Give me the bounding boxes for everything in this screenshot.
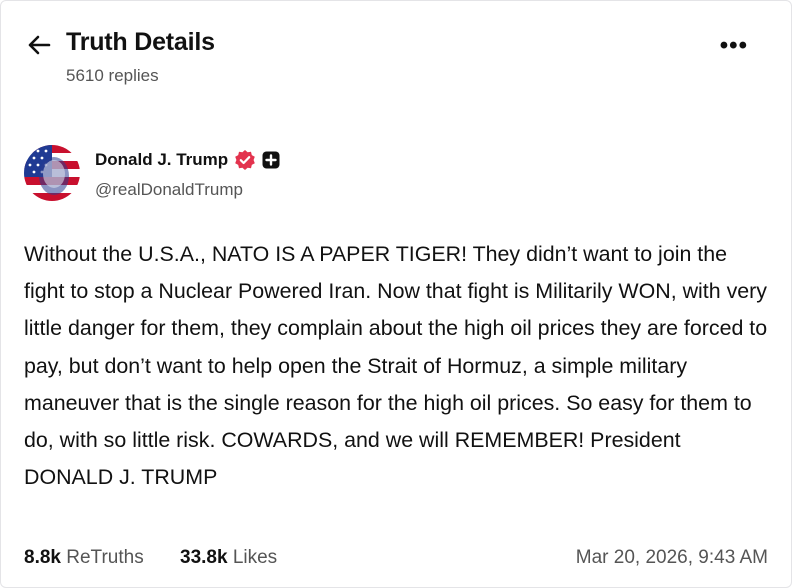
- page-title: Truth Details: [66, 28, 215, 56]
- author-handle[interactable]: @realDonaldTrump: [95, 180, 243, 200]
- verified-badge-icon: [235, 150, 255, 170]
- likes-label: Likes: [232, 547, 278, 568]
- author-name-row: Donald J. Trump: [95, 149, 280, 171]
- retruths-stat[interactable]: 8.8k ReTruths: [24, 547, 144, 569]
- retruths-count: 8.8k: [24, 547, 61, 568]
- author-name[interactable]: Donald J. Trump: [95, 150, 228, 170]
- more-options-icon[interactable]: •••: [720, 32, 748, 60]
- post-timestamp: Mar 20, 2026, 9:43 AM: [575, 547, 768, 568]
- author-info: Donald J. Trump @realDonaldTrump: [24, 145, 624, 205]
- page-header: Truth Details 5610 replies •••: [24, 28, 768, 98]
- post-stats: 8.8k ReTruths 33.8k Likes Mar 20, 2026, …: [24, 547, 768, 575]
- likes-count: 33.8k: [180, 547, 228, 568]
- plus-badge-icon: [262, 151, 280, 169]
- avatar[interactable]: [24, 145, 80, 201]
- retruths-label: ReTruths: [66, 547, 144, 568]
- back-arrow-icon[interactable]: [26, 34, 52, 56]
- replies-count: 5610 replies: [66, 66, 159, 85]
- post-text: Without the U.S.A., NATO IS A PAPER TIGE…: [24, 242, 768, 490]
- likes-stat[interactable]: 33.8k Likes: [180, 547, 277, 569]
